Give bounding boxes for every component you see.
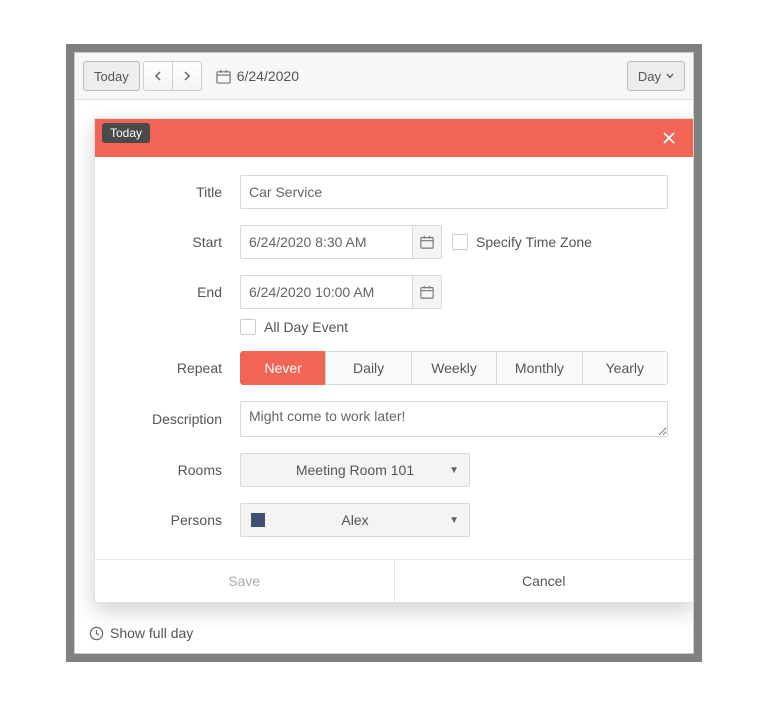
allday-row: All Day Event bbox=[120, 319, 668, 335]
cancel-button[interactable]: Cancel bbox=[395, 560, 694, 602]
end-row: End bbox=[120, 275, 668, 309]
end-datetime-group bbox=[240, 275, 442, 309]
repeat-never[interactable]: Never bbox=[240, 351, 326, 385]
specify-timezone-row: Specify Time Zone bbox=[452, 234, 592, 250]
specify-timezone-label: Specify Time Zone bbox=[476, 234, 592, 250]
view-selector-button[interactable]: Day bbox=[627, 61, 685, 91]
rooms-row: Rooms Meeting Room 101 ▼ bbox=[120, 453, 668, 487]
save-button[interactable]: Save bbox=[95, 560, 395, 602]
persons-select[interactable]: Alex ▼ bbox=[240, 503, 470, 537]
start-label: Start bbox=[120, 234, 240, 250]
repeat-weekly[interactable]: Weekly bbox=[411, 351, 497, 385]
rooms-selected-value: Meeting Room 101 bbox=[296, 462, 414, 478]
calendar-icon bbox=[420, 285, 434, 299]
title-label: Title bbox=[120, 184, 240, 200]
specify-timezone-checkbox[interactable] bbox=[452, 234, 468, 250]
end-datetime-input[interactable] bbox=[240, 275, 412, 309]
repeat-label: Repeat bbox=[120, 360, 240, 376]
allday-label: All Day Event bbox=[264, 319, 348, 335]
repeat-button-group: Never Daily Weekly Monthly Yearly bbox=[240, 351, 668, 385]
title-input[interactable] bbox=[240, 175, 668, 209]
repeat-monthly[interactable]: Monthly bbox=[496, 351, 582, 385]
event-edit-modal: nt Title Start bbox=[94, 118, 694, 603]
rooms-label: Rooms bbox=[120, 462, 240, 478]
close-button[interactable] bbox=[659, 128, 679, 148]
start-row: Start Specify Time Zone bbox=[120, 225, 668, 259]
title-row: Title bbox=[120, 175, 668, 209]
view-selector-label: Day bbox=[638, 69, 661, 84]
chevron-left-icon bbox=[154, 71, 162, 81]
caret-down-icon: ▼ bbox=[449, 515, 459, 526]
show-full-day-link[interactable]: Show full day bbox=[89, 625, 193, 641]
next-button[interactable] bbox=[172, 61, 202, 91]
persons-row: Persons Alex ▼ bbox=[120, 503, 668, 537]
outer-frame: Today 6/24/2020 Day Today bbox=[66, 44, 702, 662]
modal-header: nt bbox=[95, 119, 693, 157]
show-full-day-text: Show full day bbox=[110, 625, 193, 641]
today-tooltip: Today bbox=[102, 123, 150, 143]
modal-body: Title Start bbox=[95, 157, 693, 559]
prev-button[interactable] bbox=[143, 61, 173, 91]
start-datetime-input[interactable] bbox=[240, 225, 412, 259]
persons-selected-value: Alex bbox=[341, 512, 368, 528]
calendar-toolbar: Today 6/24/2020 Day bbox=[75, 53, 693, 100]
start-datetime-group bbox=[240, 225, 442, 259]
allday-checkbox-row: All Day Event bbox=[240, 319, 348, 335]
calendar-icon bbox=[216, 69, 231, 84]
repeat-daily[interactable]: Daily bbox=[325, 351, 411, 385]
repeat-yearly[interactable]: Yearly bbox=[582, 351, 668, 385]
description-textarea[interactable] bbox=[240, 401, 668, 437]
caret-down-icon: ▼ bbox=[449, 465, 459, 476]
repeat-row: Repeat Never Daily Weekly Monthly Yearly bbox=[120, 351, 668, 385]
calendar-panel: Today 6/24/2020 Day Today bbox=[74, 52, 694, 654]
current-date-text: 6/24/2020 bbox=[237, 68, 299, 84]
end-label: End bbox=[120, 284, 240, 300]
rooms-select[interactable]: Meeting Room 101 ▼ bbox=[240, 453, 470, 487]
persons-label: Persons bbox=[120, 512, 240, 528]
start-datepicker-button[interactable] bbox=[412, 225, 442, 259]
caret-down-icon bbox=[666, 73, 674, 79]
chevron-right-icon bbox=[183, 71, 191, 81]
current-date-display: 6/24/2020 bbox=[216, 68, 299, 84]
person-color-swatch bbox=[251, 513, 265, 527]
description-row: Description bbox=[120, 401, 668, 437]
nav-arrow-group bbox=[144, 61, 202, 91]
modal-footer: Save Cancel bbox=[95, 559, 693, 602]
allday-checkbox[interactable] bbox=[240, 319, 256, 335]
description-label: Description bbox=[120, 411, 240, 427]
close-icon bbox=[663, 132, 675, 144]
today-button[interactable]: Today bbox=[83, 61, 140, 91]
end-datepicker-button[interactable] bbox=[412, 275, 442, 309]
clock-icon bbox=[89, 626, 104, 641]
calendar-icon bbox=[420, 235, 434, 249]
